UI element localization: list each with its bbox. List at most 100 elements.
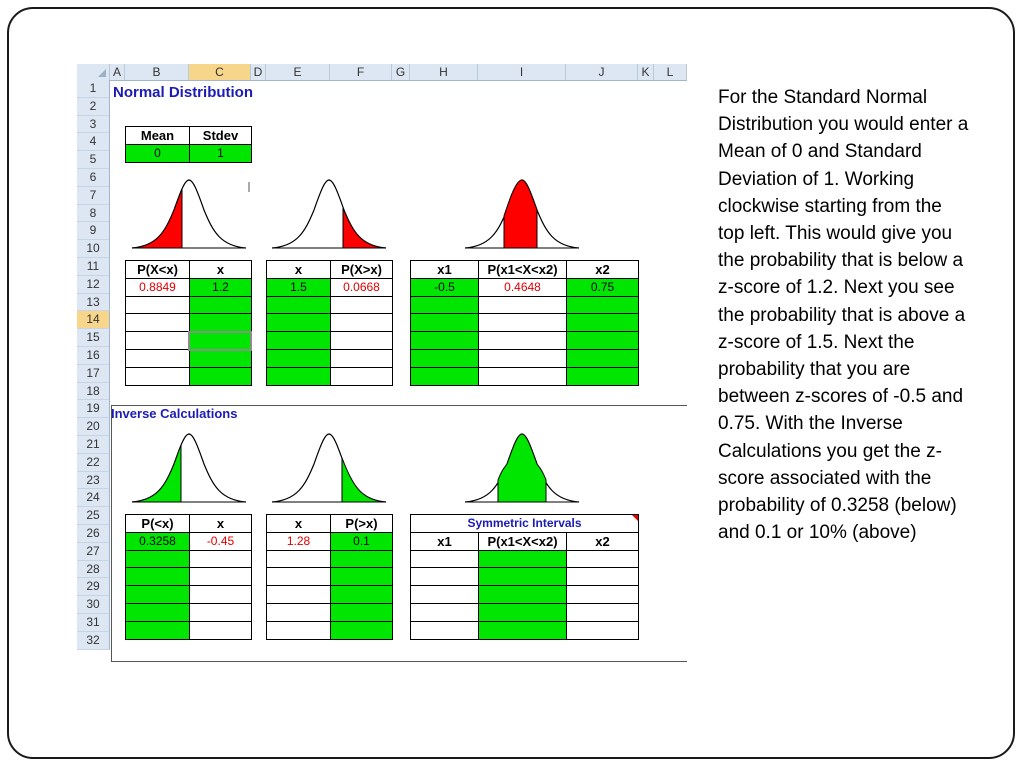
select-all-corner[interactable] [77,64,110,80]
input-cell[interactable] [266,313,331,333]
row-header-18[interactable]: 18 [77,382,110,401]
input-cell[interactable] [189,366,252,386]
table-cell[interactable] [565,567,640,587]
row-header-13[interactable]: 13 [77,293,110,312]
inverse-left-x-value[interactable]: -0.45 [189,531,252,551]
row-header-4[interactable]: 4 [77,133,110,152]
input-cell[interactable] [125,549,190,569]
row-header-7[interactable]: 7 [77,186,110,205]
table-cell[interactable] [330,295,393,315]
row-header-30[interactable]: 30 [77,596,110,614]
column-header-b[interactable]: B [125,64,189,80]
row-header-3[interactable]: 3 [77,115,110,134]
table-cell[interactable] [266,585,331,604]
row-header-5[interactable]: 5 [77,151,110,169]
column-header-g[interactable]: G [392,64,410,80]
row-header-16[interactable]: 16 [77,347,110,365]
row-header-25[interactable]: 25 [77,507,110,525]
column-header-e[interactable]: E [266,64,330,80]
column-header-c[interactable]: C [189,64,251,80]
table-cell[interactable] [565,620,640,640]
input-cell[interactable] [189,348,252,368]
table-cell[interactable] [565,602,640,622]
table-cell[interactable] [189,602,252,622]
row-header-31[interactable]: 31 [77,614,110,632]
row-header-22[interactable]: 22 [77,453,110,472]
column-header-j[interactable]: J [566,64,638,80]
input-cell[interactable] [410,366,479,386]
input-cell[interactable] [189,313,252,333]
input-cell[interactable] [410,348,479,368]
comment-indicator-icon[interactable] [632,515,638,521]
input-cell[interactable] [125,585,190,604]
row-header-9[interactable]: 9 [77,222,110,241]
table-cell[interactable] [189,620,252,640]
row-header-15[interactable]: 15 [77,329,110,347]
table-cell[interactable] [565,585,640,604]
input-cell[interactable] [410,331,479,350]
stdev-input[interactable]: 1 [189,143,252,163]
row-header-23[interactable]: 23 [77,471,110,490]
column-header-i[interactable]: I [478,64,566,80]
input-cell[interactable] [330,585,393,604]
table-cell[interactable] [125,366,190,386]
table-cell[interactable] [266,620,331,640]
row-header-14[interactable]: 14 [77,311,110,330]
row-header-12[interactable]: 12 [77,275,110,294]
input-cell[interactable] [266,331,331,350]
row-header-20[interactable]: 20 [77,418,110,436]
input-cell[interactable] [330,602,393,622]
row-header-8[interactable]: 8 [77,204,110,223]
input-cell[interactable] [266,348,331,368]
input-cell[interactable] [330,549,393,569]
row-header-10[interactable]: 10 [77,240,110,258]
table-cell[interactable] [478,348,567,368]
row-header-24[interactable]: 24 [77,489,110,508]
row-header-11[interactable]: 11 [77,258,110,276]
table-cell[interactable] [410,567,479,587]
table-cell[interactable] [266,602,331,622]
table-cell[interactable] [189,549,252,569]
input-cell[interactable] [478,602,567,622]
input-cell[interactable] [478,620,567,640]
table-cell[interactable] [125,331,190,350]
table-cell[interactable] [330,348,393,368]
table-cell[interactable] [189,585,252,604]
table-cell[interactable] [410,620,479,640]
input-cell[interactable] [330,567,393,587]
input-cell[interactable] [478,567,567,587]
row-header-32[interactable]: 32 [77,631,110,650]
table-cell[interactable] [478,366,567,386]
table-cell[interactable] [410,585,479,604]
between-p-value[interactable]: 0.4648 [478,277,567,297]
table-cell[interactable] [330,366,393,386]
column-header-d[interactable]: D [251,64,266,80]
input-cell[interactable] [478,585,567,604]
input-cell[interactable] [478,549,567,569]
table-cell[interactable] [478,313,567,333]
table-cell[interactable] [330,331,393,350]
input-cell[interactable] [566,366,639,386]
table-cell[interactable] [410,602,479,622]
column-header-h[interactable]: H [410,64,478,80]
table-cell[interactable] [125,348,190,368]
mean-input[interactable]: 0 [125,143,190,163]
row-header-19[interactable]: 19 [77,400,110,419]
row-header-27[interactable]: 27 [77,542,110,561]
input-cell[interactable] [266,295,331,315]
row-header-28[interactable]: 28 [77,560,110,579]
row-header-6[interactable]: 6 [77,169,110,187]
row-header-1[interactable]: 1 [77,80,110,98]
row-header-29[interactable]: 29 [77,578,110,597]
input-cell[interactable] [410,295,479,315]
input-cell[interactable] [566,331,639,350]
input-cell[interactable] [410,313,479,333]
input-cell[interactable] [125,602,190,622]
table-cell[interactable] [478,331,567,350]
left-tail-p-value[interactable]: 0.8849 [125,277,190,297]
table-cell[interactable] [565,549,640,569]
input-cell[interactable] [566,295,639,315]
row-header-21[interactable]: 21 [77,436,110,454]
table-cell[interactable] [266,549,331,569]
between-x1-input[interactable]: -0.5 [410,277,479,297]
